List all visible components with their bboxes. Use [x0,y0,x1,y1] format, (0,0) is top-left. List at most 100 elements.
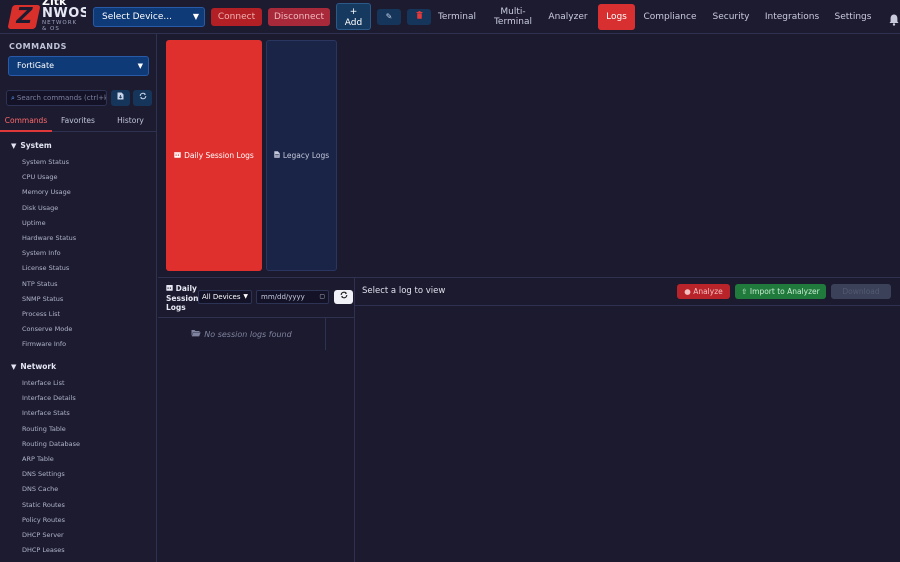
sync-commands-button[interactable] [133,90,152,106]
download-label: Download [842,287,880,296]
title-line-2: Session [166,293,199,303]
delete-device-button[interactable] [407,9,431,25]
command-item[interactable]: DNS Cache [22,482,80,497]
command-group-label: System [20,141,52,150]
refresh-logs-button[interactable] [334,290,353,304]
command-item[interactable]: Hardware Status [22,231,76,246]
plus-icon: + [349,7,358,17]
command-item[interactable]: Disk Usage [22,201,76,216]
command-item[interactable]: Routing Table [22,422,80,437]
device-filter-select[interactable]: All Devices ▼ [198,290,252,304]
daily-session-logs-card[interactable]: Daily Session Logs [166,40,262,271]
calendar-picker-icon[interactable]: ▢ [319,291,325,303]
bell-icon[interactable] [889,11,899,26]
command-item[interactable]: Policy Routes [22,513,80,528]
nav-multi-terminal[interactable]: Multi- Terminal [491,0,535,34]
nav-multi-terminal-line2: Terminal [493,17,533,27]
command-item[interactable]: Interface List [22,376,80,391]
command-item[interactable]: Static Routes [22,498,80,513]
add-device-label: Add [344,18,363,28]
download-button[interactable]: Download [831,284,891,299]
command-item[interactable]: Interface Details [22,391,80,406]
nav-integrations[interactable]: Integrations [764,0,820,34]
command-group-network[interactable]: ▼ Network [11,362,56,371]
command-item[interactable]: NTP Status [22,277,76,292]
export-commands-button[interactable] [111,90,130,106]
empty-state: No session logs found [158,318,326,350]
app-logo[interactable]: Z Zitk NWOS NETWORK & OS [6,0,86,34]
sync-icon [139,92,147,102]
add-device-button[interactable]: + Add [336,3,371,30]
edit-device-button[interactable]: ✎ [377,9,401,25]
legacy-logs-card[interactable]: Legacy Logs [266,40,337,271]
tab-history[interactable]: History [104,112,157,132]
command-item[interactable]: Firmware Info [22,337,76,352]
empty-state-text: No session logs found [204,329,292,339]
tab-commands[interactable]: Commands [0,112,52,132]
command-item[interactable]: Routing Database [22,437,80,452]
command-item[interactable]: Conserve Mode [22,322,76,337]
command-search-placeholder: Search commands (ctrl+k) [16,94,107,102]
command-item[interactable]: Interface Stats [22,406,80,421]
tab-favorites[interactable]: Favorites [52,112,104,132]
device-select-value: Select Device... [102,12,172,22]
legacy-logs-label: Legacy Logs [282,151,330,160]
upload-icon: ⇧ [741,287,748,296]
command-item[interactable]: License Status [22,261,76,276]
log-viewer-header: Select a log to view ● Analyze ⇧ Import … [355,278,900,306]
disconnect-button[interactable]: Disconnect [268,8,330,26]
pencil-icon: ✎ [385,12,393,21]
logo-brand-text: NWOS [42,6,86,21]
date-filter-placeholder: mm/dd/yyyy [261,293,305,301]
command-item[interactable]: DHCP Leases [22,543,80,558]
analyze-label: Analyze [693,287,723,296]
calendar-icon [174,151,181,160]
search-icon: ⌕ [11,94,15,102]
command-item[interactable]: ARP Table [22,452,80,467]
title-line-1: Daily [175,284,197,293]
command-list-network: Interface List Interface Details Interfa… [22,376,80,558]
command-item[interactable]: System Info [22,246,76,261]
command-item[interactable]: DHCP Server [22,528,80,543]
folder-open-icon [191,329,201,339]
platform-select[interactable]: FortiGate ▼ [8,56,149,76]
analyze-button[interactable]: ● Analyze [677,284,730,299]
date-filter-input[interactable]: mm/dd/yyyy ▢ [256,290,329,304]
command-item[interactable]: Memory Usage [22,185,76,200]
command-item[interactable]: DNS Settings [22,467,80,482]
logs-main: Daily Session Logs Legacy Logs Daily Ses… [158,34,900,562]
command-list-system: System Status CPU Usage Memory Usage Dis… [22,155,76,352]
command-item[interactable]: SNMP Status [22,292,76,307]
chevron-down-icon: ▼ [243,293,248,300]
sidebar-tabs: Commands Favorites History [0,112,157,132]
command-group-label: Network [20,362,57,371]
nav-analyzer[interactable]: Analyzer [546,0,590,34]
trash-icon [416,11,423,21]
nav-settings[interactable]: Settings [832,0,874,34]
command-group-system[interactable]: ▼ System [11,141,52,150]
refresh-icon [340,291,348,301]
nav-compliance[interactable]: Compliance [642,0,698,34]
log-viewer-title: Select a log to view [362,286,446,296]
daily-session-logs-label: Daily Session Logs [184,151,254,160]
command-search-input[interactable]: ⌕ Search commands (ctrl+k) [6,90,107,106]
import-to-analyzer-button[interactable]: ⇧ Import to Analyzer [735,284,826,299]
log-viewer-pane: Select a log to view ● Analyze ⇧ Import … [355,278,900,562]
commands-sidebar: COMMANDS FortiGate ▼ ⌕ Search commands (c… [0,34,157,562]
title-line-3: Logs [166,303,186,312]
device-select[interactable]: Select Device... ▼ [93,7,205,27]
command-item[interactable]: Process List [22,307,76,322]
command-item[interactable]: CPU Usage [22,170,76,185]
nav-logs[interactable]: Logs [598,4,635,30]
command-item[interactable]: Uptime [22,216,76,231]
nav-multi-terminal-line1: Multi- [500,7,526,17]
top-bar: Z Zitk NWOS NETWORK & OS Select Device..… [0,0,900,34]
sidebar-heading: COMMANDS [9,42,67,51]
device-filter-value: All Devices [202,293,241,301]
nav-security[interactable]: Security [710,0,752,34]
nav-terminal[interactable]: Terminal [434,0,480,34]
platform-select-value: FortiGate [17,61,55,70]
info-circle-icon: ● [684,287,691,296]
connect-button[interactable]: Connect [211,8,262,26]
command-item[interactable]: System Status [22,155,76,170]
